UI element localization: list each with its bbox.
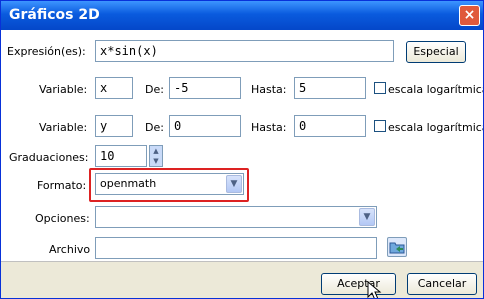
cancel-button[interactable]: Cancelar xyxy=(407,273,477,295)
spinner-up-icon[interactable]: ▲ xyxy=(150,146,162,156)
format-label: Formato: xyxy=(37,179,87,192)
var1-log-checkbox[interactable] xyxy=(374,82,386,94)
accept-button[interactable]: Aceptar xyxy=(321,273,396,295)
close-button[interactable]: × xyxy=(459,5,480,26)
var2-log-label: escala logarítmica xyxy=(388,121,484,134)
close-icon: × xyxy=(463,7,476,23)
var1-label: Variable: xyxy=(39,83,88,96)
var2-to-label: Hasta: xyxy=(251,121,287,134)
format-select[interactable]: openmath ▼ xyxy=(95,173,244,195)
var1-from-input[interactable]: -5 xyxy=(169,77,241,99)
chevron-down-icon[interactable]: ▼ xyxy=(359,208,375,226)
var1-to-input[interactable]: 5 xyxy=(294,77,366,99)
var2-from-label: De: xyxy=(145,121,164,134)
folder-icon xyxy=(389,242,405,254)
expression-input[interactable]: x*sin(x) xyxy=(95,40,394,62)
title-bar[interactable]: Gráficos 2D × xyxy=(1,1,483,30)
var1-name-input[interactable]: x xyxy=(95,77,133,99)
window-title: Gráficos 2D xyxy=(9,7,100,23)
options-label: Opciones: xyxy=(35,212,90,225)
grid-label: Graduaciones: xyxy=(9,151,89,164)
spinner-down-icon[interactable]: ▼ xyxy=(150,156,162,166)
format-select-value: openmath xyxy=(100,177,157,190)
expression-label: Expresión(es): xyxy=(7,45,86,58)
mouse-cursor-icon xyxy=(367,281,382,298)
var1-to-label: Hasta: xyxy=(251,83,287,96)
plot2d-dialog: Gráficos 2D × Expresión(es): x*sin(x) Es… xyxy=(0,0,484,299)
chevron-down-icon[interactable]: ▼ xyxy=(226,175,242,193)
file-label: Archivo xyxy=(49,243,91,256)
var2-name-input[interactable]: y xyxy=(95,115,133,137)
special-button[interactable]: Especial xyxy=(406,41,466,63)
var1-log-label: escala logarítmica xyxy=(388,83,484,96)
browse-button[interactable] xyxy=(387,237,407,257)
grid-spinner[interactable]: ▲ ▼ xyxy=(149,145,163,167)
file-input[interactable] xyxy=(95,237,377,259)
grid-input[interactable]: 10 xyxy=(95,145,147,167)
options-select[interactable]: ▼ xyxy=(95,206,377,228)
var2-log-checkbox[interactable] xyxy=(374,120,386,132)
var2-label: Variable: xyxy=(39,121,88,134)
var1-from-label: De: xyxy=(145,83,164,96)
var2-from-input[interactable]: 0 xyxy=(169,115,241,137)
var2-to-input[interactable]: 0 xyxy=(294,115,366,137)
